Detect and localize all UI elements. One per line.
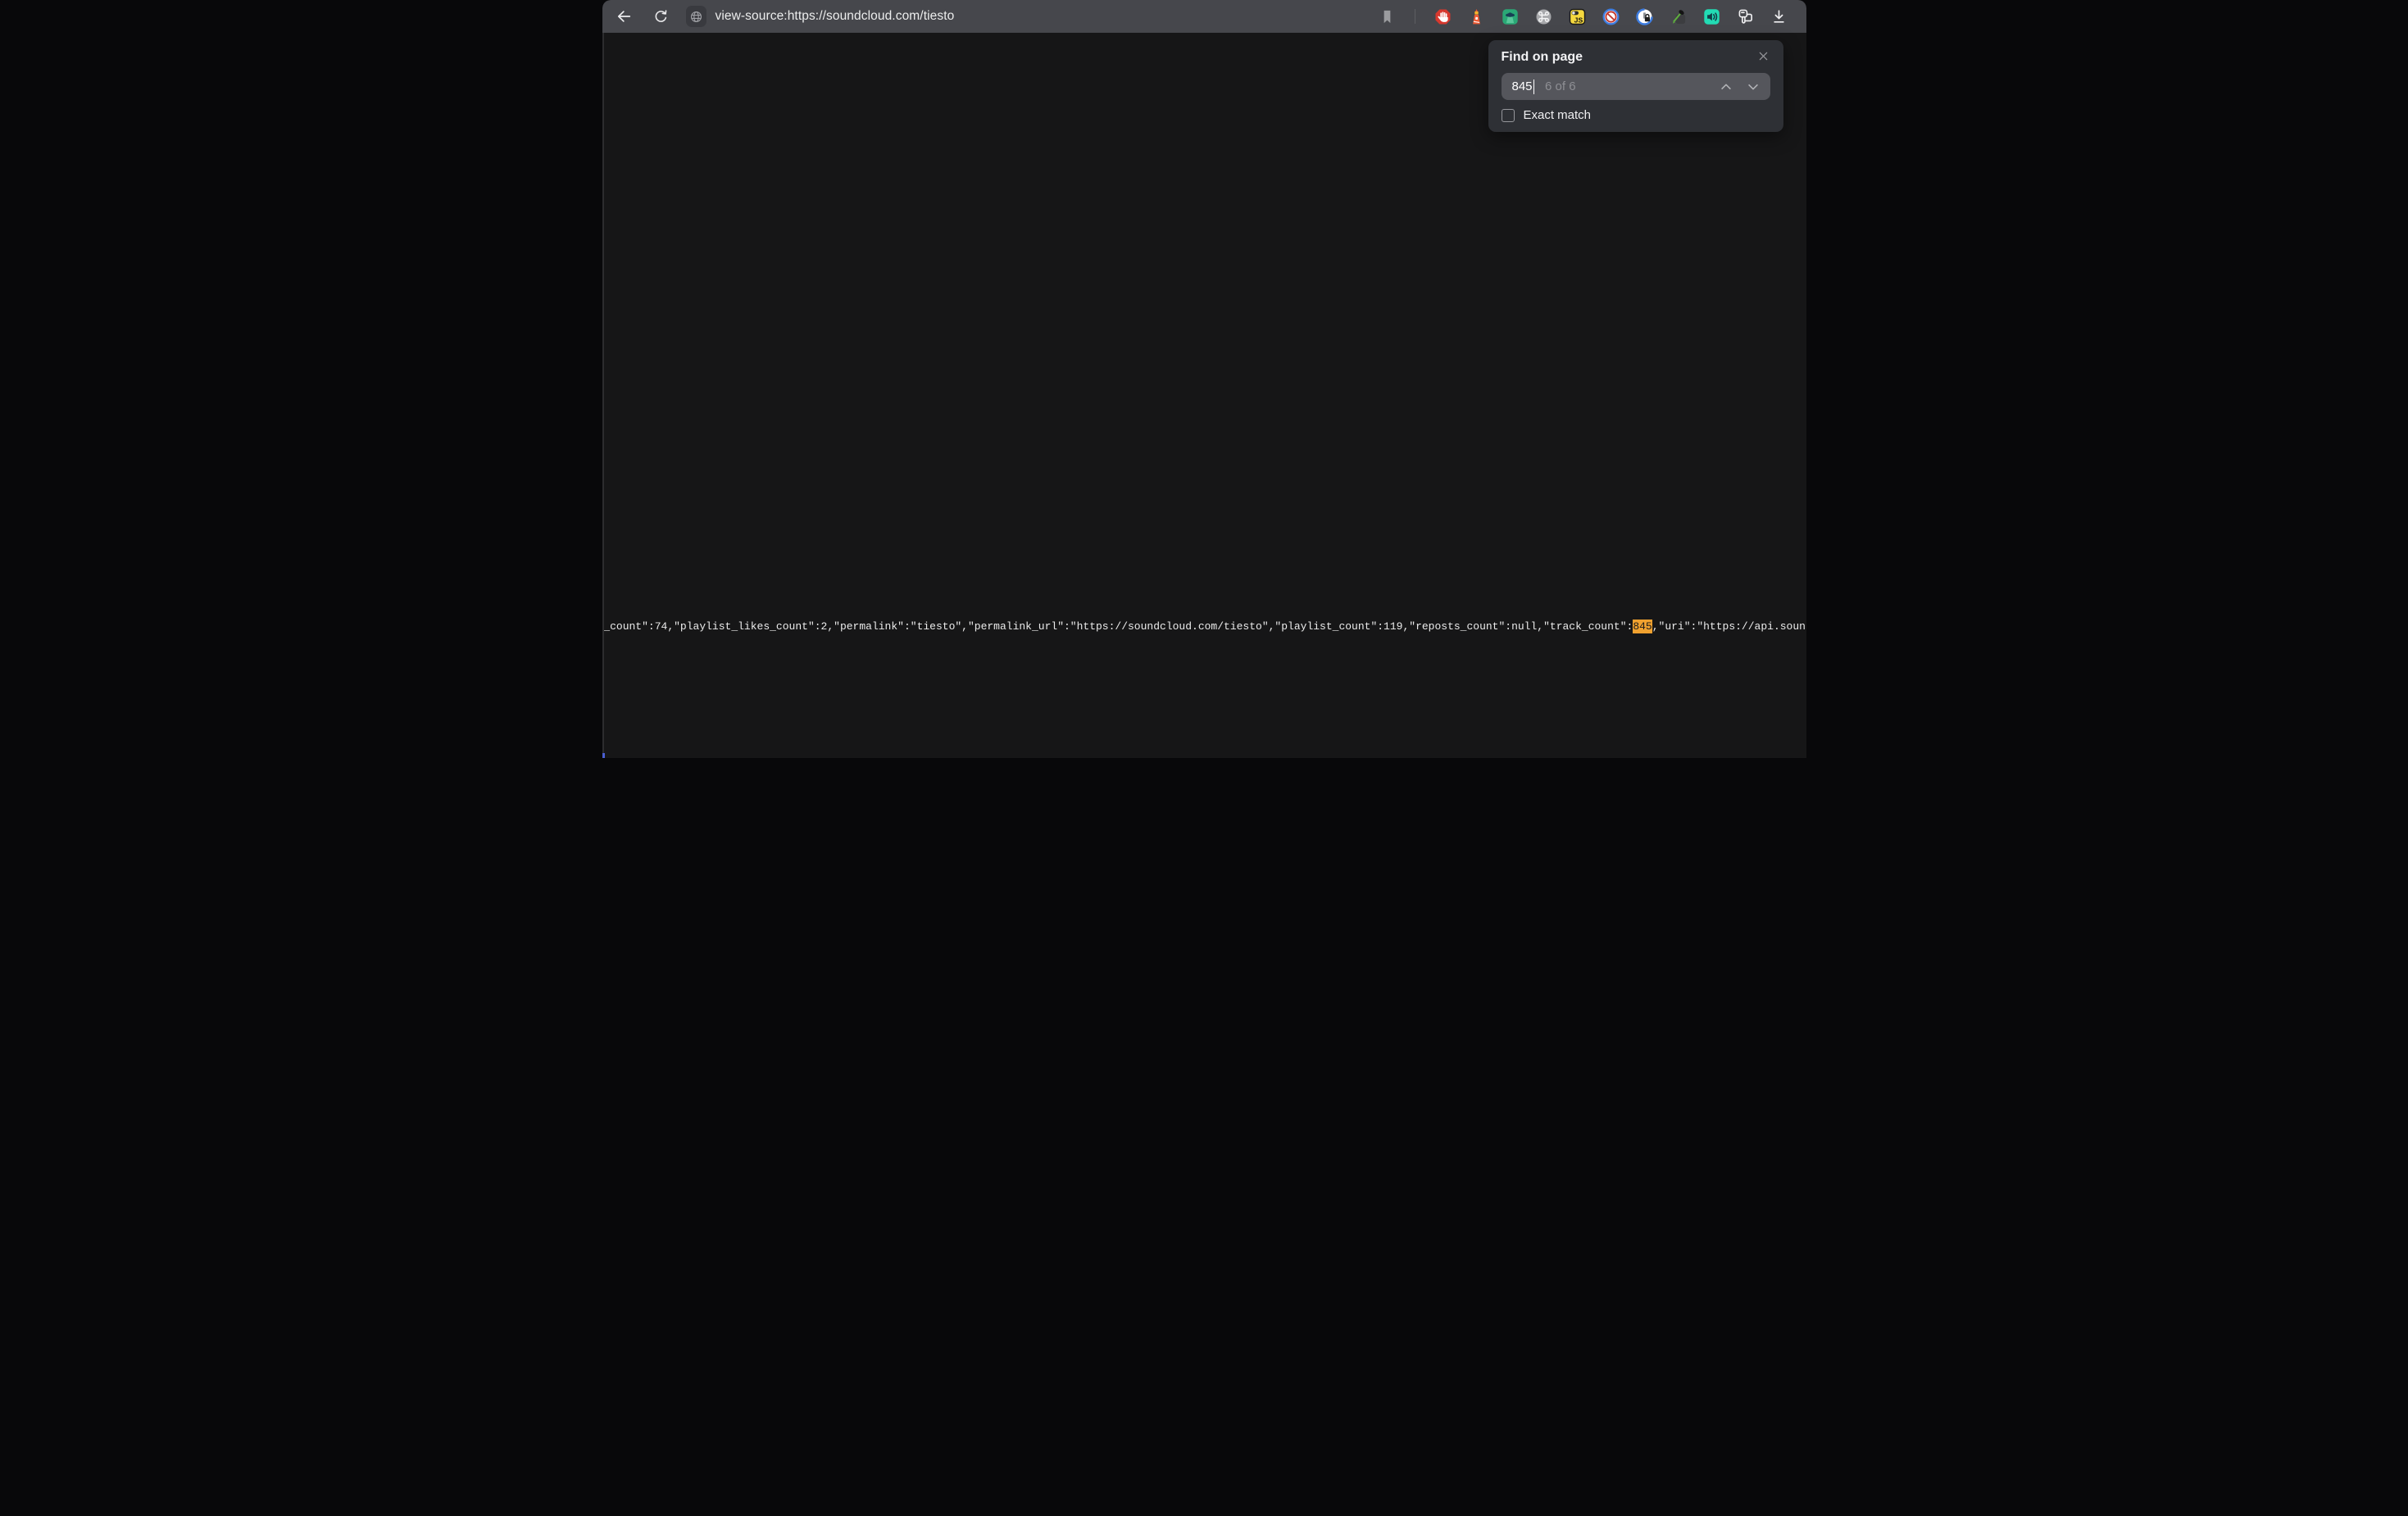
source-text-before: s_count":74,"playlist_likes_count":2,"pe… <box>602 620 1633 633</box>
close-find-button[interactable] <box>1757 49 1770 62</box>
page-left-edge <box>602 33 604 758</box>
close-icon <box>1758 51 1769 61</box>
toolbar-extensions: JS <box>1378 7 1788 26</box>
back-arrow-icon <box>615 7 633 25</box>
download-icon[interactable] <box>1770 7 1788 26</box>
previous-match-button[interactable] <box>1719 79 1733 94</box>
site-identity-chip[interactable] <box>686 6 706 27</box>
globe-icon <box>689 10 703 24</box>
source-text-after: ,"uri":"https://api.soun <box>1652 620 1806 633</box>
find-query-text: 845 <box>1512 79 1533 93</box>
exact-match-label: Exact match <box>1524 108 1592 122</box>
key-card-icon[interactable] <box>1736 7 1755 26</box>
exact-match-checkbox[interactable] <box>1502 109 1515 122</box>
browser-toolbar: view-source:https://soundcloud.com/tiest… <box>602 0 1806 33</box>
volume-icon[interactable] <box>1702 7 1721 26</box>
browser-window: view-source:https://soundcloud.com/tiest… <box>602 0 1806 758</box>
reload-icon <box>652 8 670 25</box>
text-caret <box>1533 79 1535 94</box>
scrollbar-corner-fragment <box>602 753 605 758</box>
no-sign-icon[interactable] <box>1602 7 1620 26</box>
chevron-down-icon <box>1746 79 1761 94</box>
command-icon[interactable] <box>1534 7 1553 26</box>
ufo-icon[interactable] <box>1501 7 1520 26</box>
reload-button[interactable] <box>650 5 673 28</box>
page-source-text: s_count":74,"playlist_likes_count":2,"pe… <box>602 619 1806 635</box>
dropper-icon[interactable] <box>1669 7 1688 26</box>
password-lock-icon[interactable] <box>1635 7 1654 26</box>
find-panel-title: Find on page <box>1502 50 1583 65</box>
search-highlight: 845 <box>1633 620 1652 633</box>
find-search-input[interactable]: 845 6 of 6 <box>1502 73 1770 100</box>
match-counter: 6 of 6 <box>1545 79 1718 93</box>
chevron-up-icon <box>1719 79 1733 94</box>
next-match-button[interactable] <box>1746 79 1761 94</box>
adblock-hand-icon[interactable] <box>1433 7 1452 26</box>
address-bar-url[interactable]: view-source:https://soundcloud.com/tiest… <box>716 9 955 24</box>
find-on-page-panel: Find on page 845 6 of 6 <box>1488 40 1783 132</box>
lighthouse-icon[interactable] <box>1467 7 1486 26</box>
js-toggle-icon[interactable]: JS <box>1568 7 1587 26</box>
back-button[interactable] <box>612 5 635 28</box>
svg-text:JS: JS <box>1574 16 1583 24</box>
bookmark-icon[interactable] <box>1378 7 1397 26</box>
